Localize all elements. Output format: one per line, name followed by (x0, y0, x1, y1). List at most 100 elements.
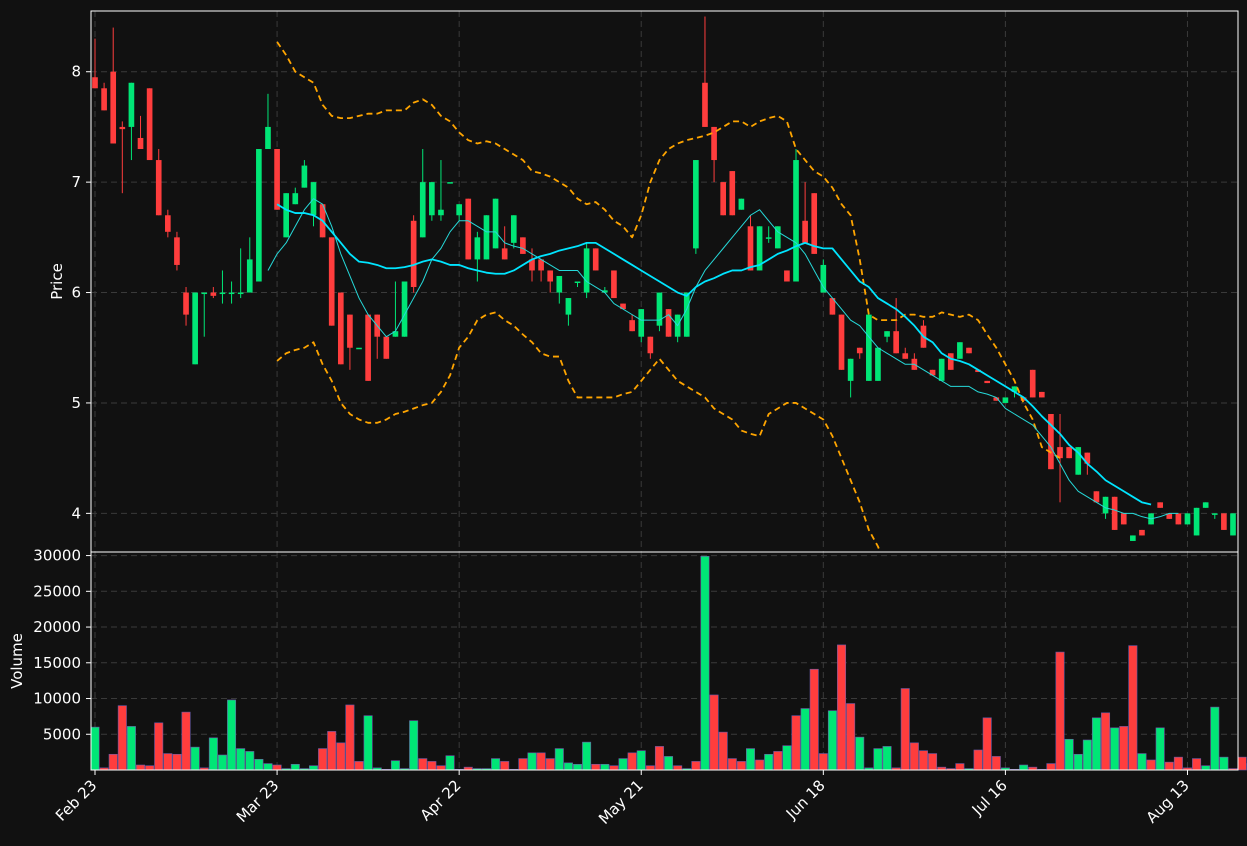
volume-bar (245, 751, 255, 771)
volume-bar (746, 748, 755, 771)
candle-body (474, 237, 481, 260)
volume-bar (1055, 651, 1065, 771)
candle-body (902, 353, 909, 359)
candle-body (347, 314, 353, 348)
volume-bar (491, 758, 501, 771)
candlestick-volume-chart: 45678 5000 10000 15000 20000 25000 30000 Feb … (0, 0, 1247, 842)
candle-body (219, 292, 226, 295)
volume-bar (500, 761, 510, 771)
candle-body (283, 193, 290, 238)
candle-body (656, 292, 663, 326)
volume-tick-label: 10000 (33, 690, 81, 708)
candle-body (1111, 496, 1118, 530)
volume-bar (1237, 756, 1247, 771)
candle-body (155, 160, 162, 216)
volume-bar (1019, 764, 1029, 771)
candle-body (957, 342, 963, 359)
candle-body (938, 358, 945, 381)
candle-body (1175, 513, 1182, 525)
candle-body (174, 237, 180, 265)
candle-body (702, 82, 708, 127)
candle-body (1130, 535, 1136, 541)
candle-body (1102, 496, 1109, 514)
volume-bar (354, 761, 364, 771)
volume-bar (973, 749, 983, 771)
candle-body (547, 270, 554, 282)
candle-body (456, 204, 462, 216)
candle-body (274, 149, 280, 210)
volume-bar (345, 704, 355, 771)
candle-body (1029, 369, 1036, 398)
volume-bar (1164, 761, 1174, 771)
candle-body (765, 237, 772, 239)
volume-bar (1119, 726, 1129, 771)
volume-tick-label: 20000 (33, 618, 81, 636)
volume-bar (691, 761, 701, 771)
volume-bar (909, 742, 919, 771)
candle-body (574, 281, 581, 283)
candle-body (1120, 513, 1127, 525)
candle-body (583, 248, 590, 293)
volume-bar (1101, 712, 1111, 771)
volume-bar (1046, 763, 1056, 771)
volume-bar (727, 758, 737, 771)
volume-bar (254, 758, 264, 771)
candle-body (1211, 513, 1218, 515)
volume-bar (1110, 727, 1120, 771)
volume-bar (1064, 738, 1074, 771)
candle-body (875, 347, 881, 381)
candle-body (556, 275, 563, 293)
volume-axis-label: Volume (8, 633, 26, 689)
volume-bar (409, 720, 419, 771)
candle-body (665, 309, 672, 337)
volume-bar (755, 759, 765, 771)
candle-body (410, 220, 417, 288)
candle-body (210, 292, 217, 296)
volume-tick-label: 30000 (33, 547, 81, 565)
volume-bar (236, 748, 246, 771)
volume-bar (290, 763, 300, 771)
volume-bar (336, 742, 346, 771)
volume-bar (709, 694, 719, 771)
volume-bar (554, 748, 564, 771)
candle-body (447, 182, 453, 184)
volume-bar (846, 703, 856, 771)
volume-bar (418, 758, 428, 771)
candle-body (1002, 397, 1009, 403)
volume-bar (982, 717, 992, 771)
volume-bar (518, 758, 528, 771)
volume-bar (90, 726, 100, 771)
candle-body (1221, 513, 1227, 530)
candle-body (565, 298, 572, 315)
volume-bar (636, 750, 646, 771)
candle-body (683, 292, 690, 337)
candle-body (292, 193, 299, 205)
candle-body (201, 292, 208, 295)
volume-bar (227, 699, 237, 771)
volume-bar (1082, 739, 1092, 771)
candle-body (1038, 391, 1045, 398)
volume-bar (436, 765, 446, 771)
volume-bar (309, 765, 318, 771)
candle-body (165, 215, 171, 232)
volume-bar (645, 765, 655, 771)
candle-body (711, 126, 717, 161)
candle-body (119, 126, 126, 130)
price-tick-label: 6 (71, 284, 81, 302)
volume-bar (318, 748, 328, 771)
candle-body (265, 126, 271, 150)
volume-bar (136, 764, 146, 771)
volume-bar (163, 753, 173, 771)
volume-bar (600, 763, 610, 771)
volume-bar (1073, 753, 1083, 771)
candle-body (128, 82, 135, 127)
volume-bar (1146, 759, 1156, 771)
candle-body (966, 347, 972, 354)
volume-bar (609, 765, 619, 771)
volume-bar (591, 763, 601, 771)
volume-bar (918, 750, 928, 771)
candle-body (356, 347, 362, 350)
volume-bar (445, 755, 455, 771)
volume-bar (900, 688, 910, 771)
volume-bar (1173, 756, 1183, 771)
